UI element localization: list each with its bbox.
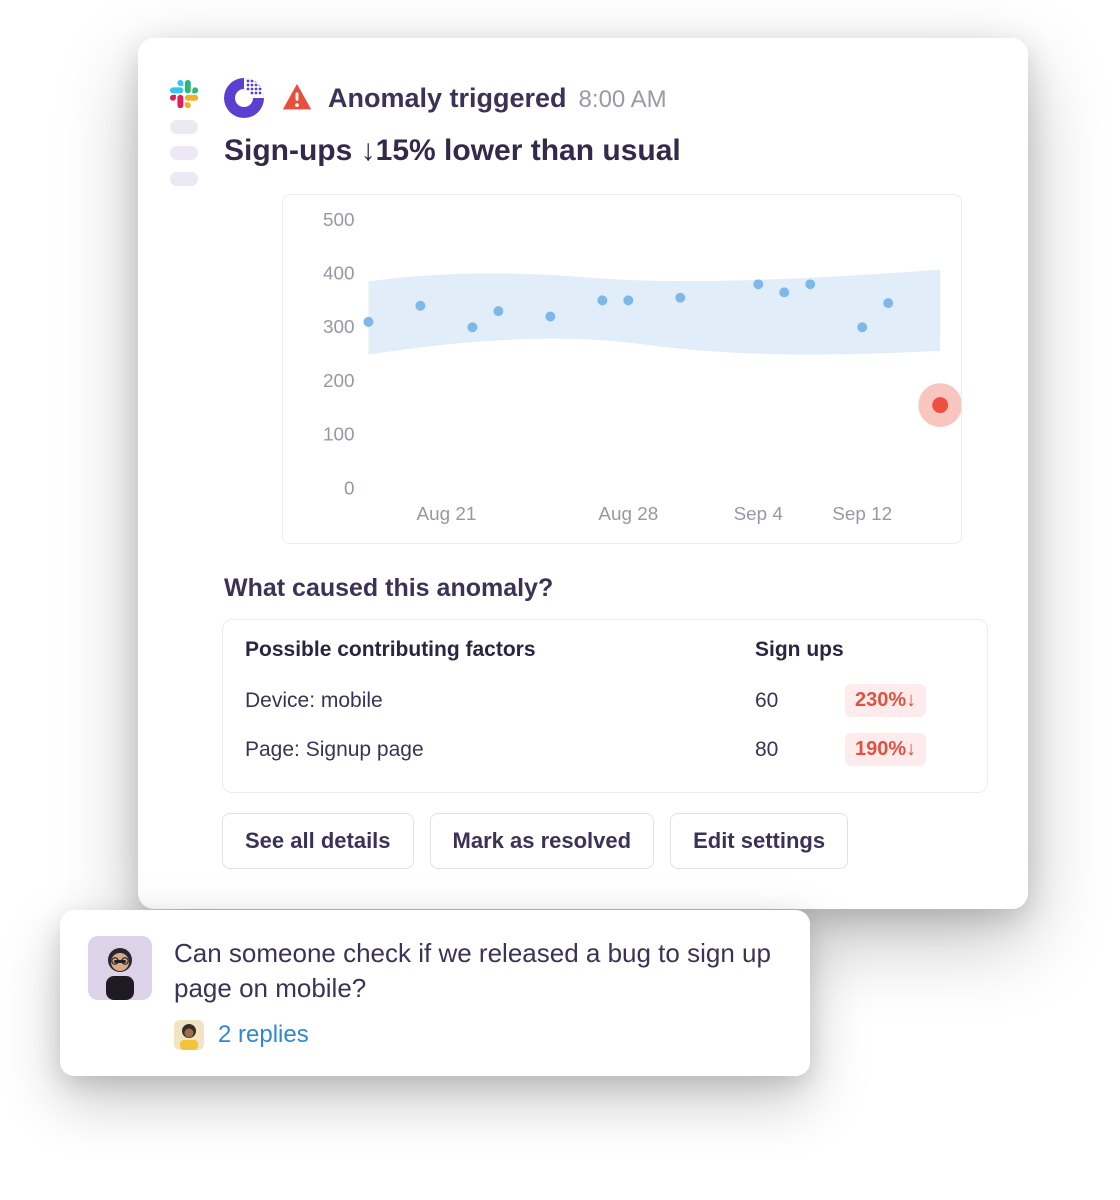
cause-heading: What caused this anomaly? bbox=[224, 574, 988, 603]
reply-card: Can someone check if we released a bug t… bbox=[60, 910, 810, 1076]
svg-text:Aug 28: Aug 28 bbox=[598, 504, 658, 525]
factors-table: Possible contributing factors Sign ups D… bbox=[222, 619, 988, 793]
svg-text:Sep 12: Sep 12 bbox=[832, 504, 892, 525]
svg-text:200: 200 bbox=[323, 371, 355, 392]
mark-resolved-button[interactable]: Mark as resolved bbox=[430, 813, 655, 869]
alert-icon bbox=[280, 81, 314, 115]
app-icon bbox=[222, 76, 266, 120]
alert-title: Anomaly triggered bbox=[328, 83, 567, 114]
slack-sidebar bbox=[168, 76, 200, 869]
col-header-change bbox=[845, 638, 965, 662]
message-header: Anomaly triggered 8:00 AM bbox=[222, 76, 988, 120]
svg-text:0: 0 bbox=[344, 478, 355, 499]
factor-label: Device: mobile bbox=[245, 689, 755, 713]
factor-value: 60 bbox=[755, 689, 845, 713]
mini-avatar bbox=[174, 1020, 204, 1050]
message-content: Anomaly triggered 8:00 AM Sign-ups ↓15% … bbox=[222, 76, 988, 869]
chart-svg: 0 100 200 300 400 500 Aug 21 Aug 28 Sep 4 Sep 12 bbox=[283, 195, 961, 543]
col-header-value: Sign ups bbox=[755, 638, 845, 662]
slack-icon bbox=[170, 80, 198, 108]
sidebar-placeholder bbox=[170, 120, 198, 134]
col-header-factor: Possible contributing factors bbox=[245, 638, 755, 662]
action-row: See all details Mark as resolved Edit se… bbox=[222, 813, 988, 869]
avatar bbox=[88, 936, 152, 1000]
alert-time: 8:00 AM bbox=[579, 86, 667, 114]
factor-row: Page: Signup page80190%↓ bbox=[245, 725, 965, 774]
factor-value: 80 bbox=[755, 738, 845, 762]
alert-subtitle: Sign-ups ↓15% lower than usual bbox=[224, 134, 988, 168]
svg-text:500: 500 bbox=[323, 210, 355, 231]
replies-link[interactable]: 2 replies bbox=[218, 1021, 309, 1049]
sidebar-placeholder bbox=[170, 146, 198, 160]
factor-label: Page: Signup page bbox=[245, 738, 755, 762]
factor-change: 190%↓ bbox=[845, 733, 965, 766]
svg-text:300: 300 bbox=[323, 317, 355, 338]
sidebar-placeholder bbox=[170, 172, 198, 186]
anomaly-chart: 0 100 200 300 400 500 Aug 21 Aug 28 Sep 4 Sep 12 bbox=[282, 194, 962, 544]
svg-text:Aug 21: Aug 21 bbox=[417, 504, 477, 525]
svg-text:Sep 4: Sep 4 bbox=[734, 504, 783, 525]
edit-settings-button[interactable]: Edit settings bbox=[670, 813, 848, 869]
slack-message-card: Anomaly triggered 8:00 AM Sign-ups ↓15% … bbox=[138, 38, 1028, 909]
factor-row: Device: mobile60230%↓ bbox=[245, 676, 965, 725]
reply-text: Can someone check if we released a bug t… bbox=[174, 936, 782, 1006]
svg-text:100: 100 bbox=[323, 425, 355, 446]
see-details-button[interactable]: See all details bbox=[222, 813, 414, 869]
factor-change: 230%↓ bbox=[845, 684, 965, 717]
svg-text:400: 400 bbox=[323, 264, 355, 285]
